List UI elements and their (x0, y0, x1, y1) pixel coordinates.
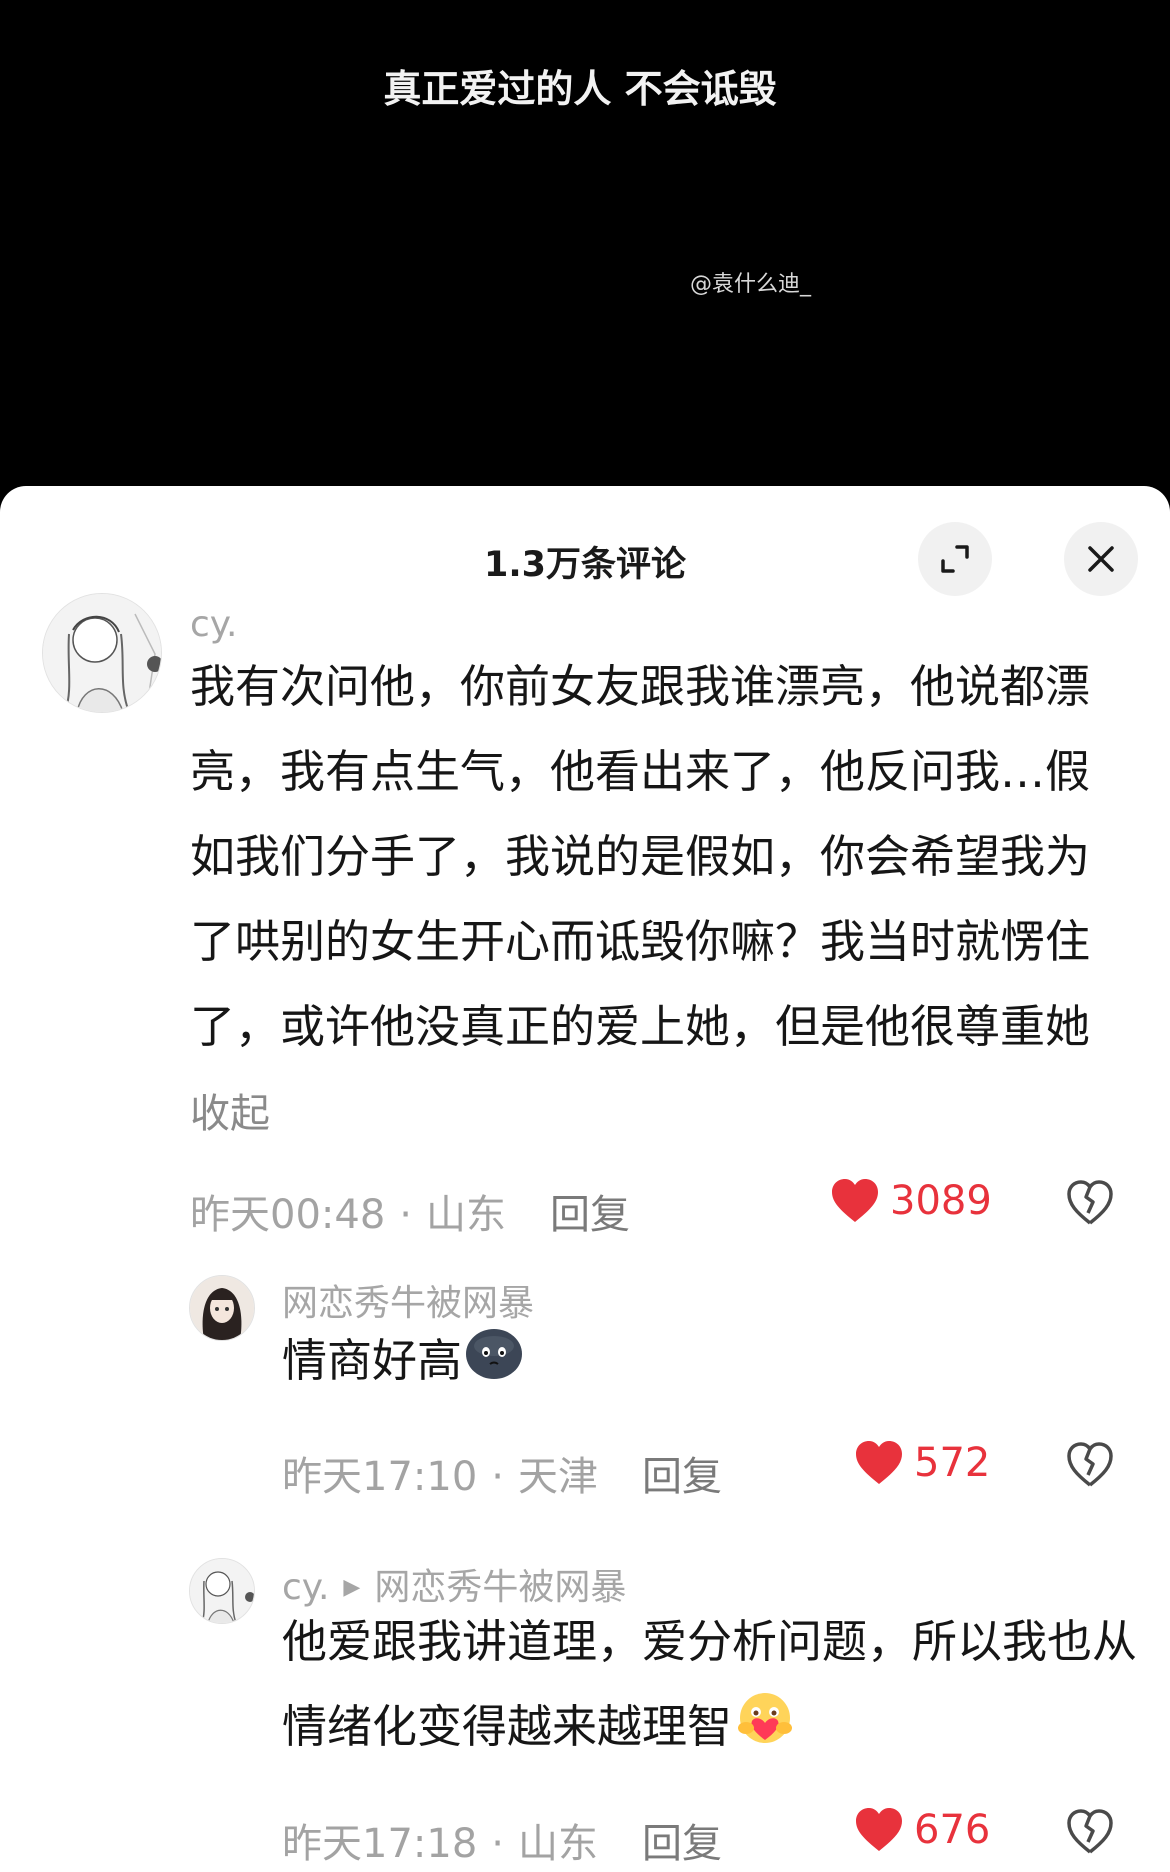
like-button[interactable]: 3089 (830, 1178, 992, 1224)
avatar[interactable] (42, 593, 162, 713)
reply-text-content: 他爱跟我讲道理，爱分析问题，所以我也从情绪化变得越来越理智 (282, 1615, 1138, 1753)
reply-time: 昨天17:10 (282, 1454, 478, 1500)
dislike-button[interactable] (1066, 1809, 1114, 1859)
like-count: 572 (914, 1440, 991, 1486)
comment-text: 我有次问他，你前女友跟我谁漂亮，他说都漂亮，我有点生气，他看出来了，他反问我…假… (190, 644, 1090, 1157)
reply-button[interactable]: 回复 (642, 1454, 722, 1500)
video-area[interactable]: 真正爱过的人 不会诋毁 @袁什么迪_ (0, 0, 1170, 500)
broken-heart-icon (1067, 1809, 1113, 1854)
broken-heart-icon (1067, 1180, 1113, 1225)
reply-text: 他爱跟我讲道理，爱分析问题，所以我也从情绪化变得越来越理智 (282, 1599, 1142, 1773)
like-button[interactable]: 676 (854, 1807, 990, 1853)
comment-location: 山东 (426, 1192, 506, 1238)
broken-heart-icon (1067, 1442, 1113, 1487)
dislike-button[interactable] (1066, 1442, 1114, 1492)
close-button[interactable] (1064, 522, 1138, 596)
heart-hug-emoji (734, 1688, 796, 1773)
heart-icon (856, 1441, 902, 1484)
comments-count-title: 1.3万条评论 (483, 545, 686, 585)
expand-button[interactable] (918, 522, 992, 596)
avatar[interactable] (189, 1558, 255, 1624)
heart-icon (856, 1808, 902, 1851)
dislike-button[interactable] (1066, 1180, 1114, 1230)
comment-text-content: 我有次问他，你前女友跟我谁漂亮，他说都漂亮，我有点生气，他看出来了，他反问我…假… (190, 660, 1091, 1053)
reply-arrow-icon: ▶ (343, 1575, 361, 1600)
like-count: 3089 (890, 1178, 992, 1224)
like-count: 676 (914, 1807, 991, 1853)
reply-location: 山东 (518, 1821, 598, 1867)
comment-username[interactable]: cy. (190, 604, 237, 645)
expand-icon (941, 545, 969, 573)
video-caption: 真正爱过的人 不会诋毁 (383, 67, 777, 111)
comments-panel: 1.3万条评论 cy. 我有次问他，你前女友跟我谁漂亮，他说都漂亮，我有点生气，… (0, 486, 1170, 1872)
reply-text-content: 情商好高 (282, 1334, 463, 1387)
video-watermark: @袁什么迪_ (690, 272, 812, 297)
close-icon (1088, 546, 1114, 572)
heart-icon (832, 1179, 878, 1222)
comment-time: 昨天00:48 (190, 1192, 386, 1238)
reply-location: 天津 (518, 1454, 598, 1500)
comment-meta: 昨天00:48 · 山东 回复 (190, 1192, 630, 1238)
avatar[interactable] (189, 1275, 255, 1341)
reply-time: 昨天17:18 (282, 1821, 478, 1867)
pouting-face-emoji (464, 1322, 524, 1407)
reply-button[interactable]: 回复 (642, 1821, 722, 1867)
collapse-link[interactable]: 收起 (190, 1091, 270, 1137)
reply-meta: 昨天17:10 · 天津 回复 (282, 1454, 722, 1500)
reply-text: 情商好高 (282, 1318, 1102, 1407)
reply-button[interactable]: 回复 (550, 1192, 630, 1238)
reply-meta: 昨天17:18 · 山东 回复 (282, 1821, 722, 1867)
like-button[interactable]: 572 (854, 1440, 990, 1486)
